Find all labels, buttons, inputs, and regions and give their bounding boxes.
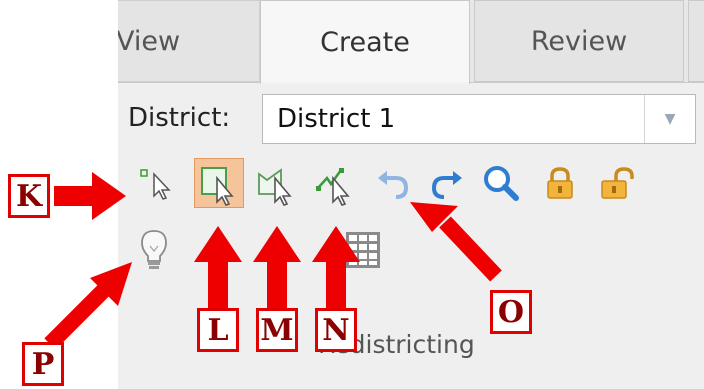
lightbulb-button[interactable] [138, 228, 170, 274]
callout-o: O [490, 290, 532, 334]
callout-n: N [315, 308, 357, 352]
district-select-value: District 1 [277, 104, 396, 134]
lock-button[interactable] [540, 164, 580, 204]
tab-review[interactable]: Review [474, 0, 684, 82]
dropdown-button[interactable]: ▼ [644, 95, 695, 143]
tab-review-label: Review [530, 25, 628, 57]
redo-icon [431, 171, 462, 199]
callout-m: M [256, 308, 298, 352]
tab-create[interactable]: Create [260, 0, 470, 84]
district-select[interactable]: District 1 ▼ [262, 94, 696, 144]
lock-icon [547, 167, 573, 199]
district-label: District: [128, 103, 231, 133]
undo-icon [378, 171, 409, 199]
callout-k: K [8, 174, 50, 218]
arrow-k [54, 172, 126, 220]
tab-overflow[interactable] [688, 0, 704, 82]
select-polygon-tool[interactable] [255, 164, 295, 206]
callout-p: P [22, 342, 64, 386]
grid-table-icon [346, 232, 380, 268]
tab-view[interactable]: View [118, 0, 260, 82]
select-point-tool[interactable] [138, 164, 178, 204]
tab-active-gap [261, 82, 469, 84]
callout-l: L [197, 308, 239, 352]
zoom-icon [484, 166, 519, 201]
zoom-button[interactable] [482, 164, 522, 204]
select-polygon-icon [258, 168, 292, 206]
grid-table-button[interactable] [338, 226, 386, 274]
unlock-button[interactable] [598, 164, 638, 204]
chevron-down-icon: ▼ [664, 111, 676, 127]
lightbulb-icon [141, 230, 167, 269]
select-line-icon [316, 168, 350, 206]
tab-create-label: Create [320, 27, 410, 58]
select-line-tool[interactable] [313, 164, 353, 206]
select-point-icon [140, 169, 171, 200]
select-rectangle-tool[interactable] [197, 164, 237, 206]
select-rectangle-icon [201, 167, 234, 206]
tab-view-label: View [118, 25, 181, 57]
unlock-icon [601, 167, 634, 199]
undo-button[interactable] [372, 164, 412, 204]
redo-button[interactable] [428, 164, 468, 204]
